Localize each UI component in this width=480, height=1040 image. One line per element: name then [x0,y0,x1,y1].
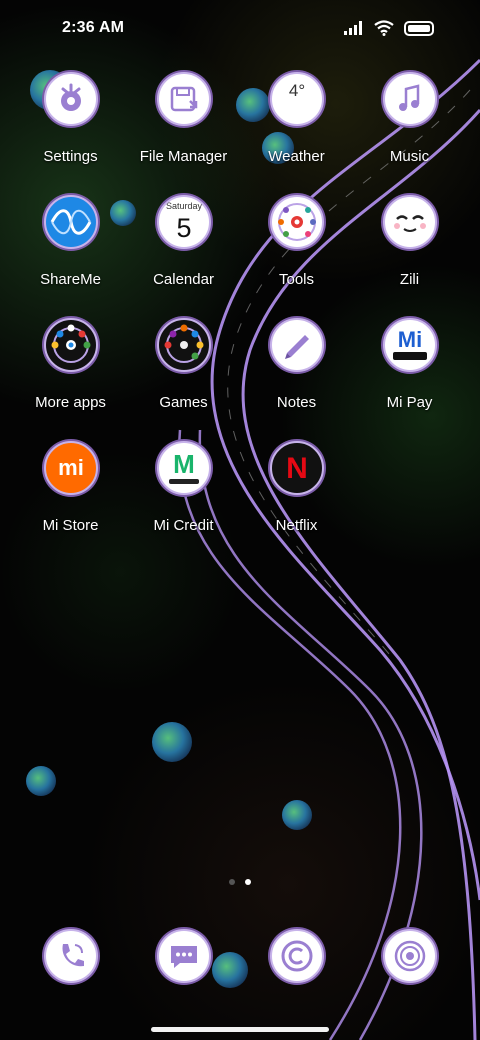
calendar-date-text: 5 [176,213,191,243]
mi-pay-logo-text: Mi [397,327,421,352]
app-label: Zili [399,271,420,288]
browser-icon [269,929,324,983]
app-label: Music [389,148,430,165]
app-netflix[interactable]: N Netflix [240,441,353,534]
wifi-icon [374,20,394,36]
app-zili[interactable]: Zili [353,195,466,288]
mi-store-logo-text: mi [58,455,84,480]
settings-icon [43,72,98,126]
mi-credit-logo-text: M [173,449,195,479]
weather-temp-text: 4° [288,81,304,100]
app-calendar[interactable]: Saturday 5 Calendar [127,195,240,288]
camera-icon [382,929,437,983]
app-label: File Manager [139,148,228,165]
zili-icon [382,195,437,249]
home-indicator[interactable] [151,1027,329,1032]
app-more-apps-folder[interactable]: More apps [14,318,127,411]
dock-messaging[interactable] [127,929,240,983]
app-label: Calendar [153,271,214,288]
app-weather[interactable]: 4° Weather [240,72,353,165]
app-notes[interactable]: Notes [240,318,353,411]
app-label: Tools [278,271,315,288]
app-label: Mi Credit [153,517,214,534]
dock-camera[interactable] [353,929,466,983]
calendar-day-text: Saturday [165,201,202,211]
app-mi-credit[interactable]: M Mi Credit [127,441,240,534]
page-indicator [0,879,480,885]
app-label: Weather [268,148,325,165]
dock [14,929,466,983]
app-label: Mi Pay [386,394,433,411]
app-mi-pay[interactable]: Mi Mi Pay [353,318,466,411]
app-mi-store[interactable]: mi Mi Store [14,441,127,534]
app-shareme[interactable]: ShareMe [14,195,127,288]
app-label: Games [159,394,208,411]
mi-store-icon: mi [43,441,98,495]
app-file-manager[interactable]: File Manager [127,72,240,165]
music-icon [382,72,437,126]
weather-icon: 4° [269,72,324,126]
netflix-icon: N [269,441,324,495]
shareme-icon [43,195,98,249]
page-dot [229,879,235,885]
app-grid: Settings File Manager 4° Weather Music S… [14,72,466,534]
app-games-folder[interactable]: Games [127,318,240,411]
page-dot-active [245,879,251,885]
messaging-icon [156,929,211,983]
mi-credit-icon: M [156,441,211,495]
netflix-logo-text: N [286,452,308,485]
app-label: Settings [43,148,98,165]
phone-icon [43,929,98,983]
dock-phone[interactable] [14,929,127,983]
dock-browser[interactable] [240,929,353,983]
signal-icon [344,21,362,35]
app-music[interactable]: Music [353,72,466,165]
app-label: ShareMe [40,271,101,288]
app-label: Netflix [275,517,318,534]
games-folder-icon [156,318,211,372]
app-settings[interactable]: Settings [14,72,127,165]
status-bar: 2:36 AM [0,0,480,56]
file-manager-icon [156,72,211,126]
app-label: More apps [35,394,106,411]
notes-icon [269,318,324,372]
tools-folder-icon [269,195,324,249]
status-icons [344,20,434,36]
status-time: 2:36 AM [62,19,125,36]
more-apps-folder-icon [43,318,98,372]
mi-pay-icon: Mi [382,318,437,372]
app-label: Mi Store [42,517,99,534]
battery-icon [404,20,434,36]
app-tools-folder[interactable]: Tools [240,195,353,288]
app-label: Notes [276,394,317,411]
calendar-icon: Saturday 5 [156,195,211,249]
